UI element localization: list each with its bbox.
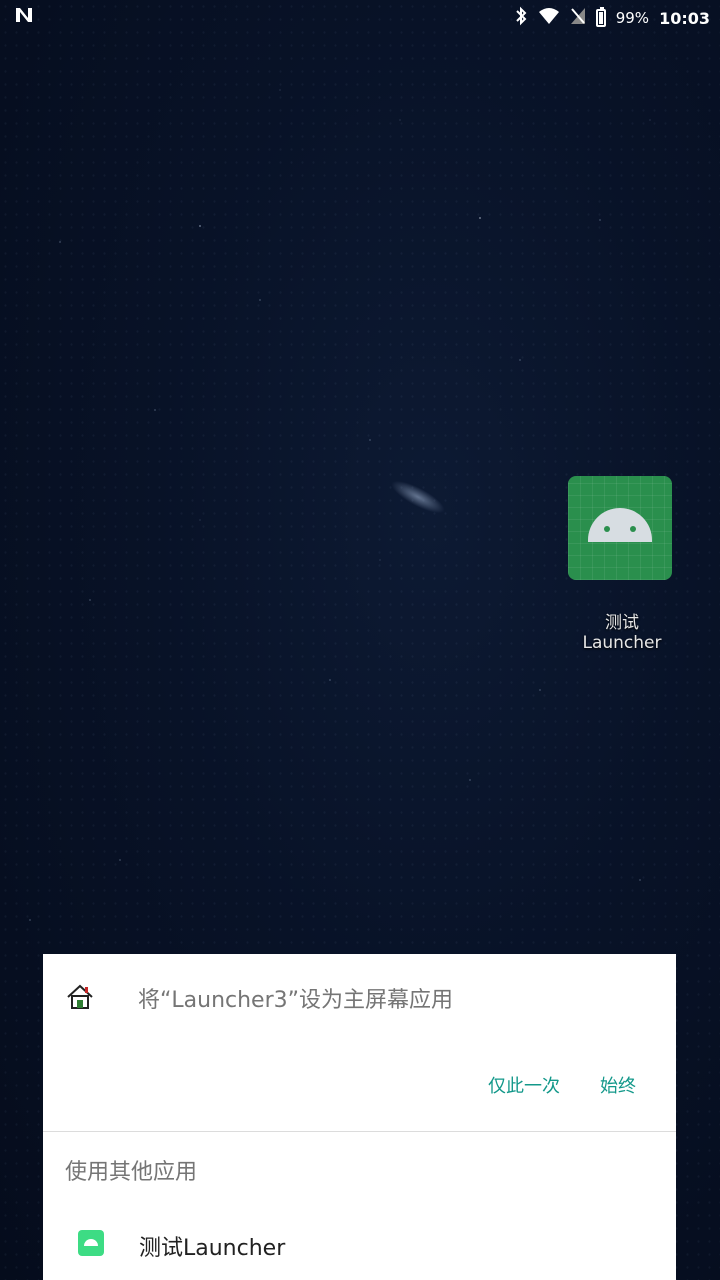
notification-n-icon [14,6,34,28]
list-item[interactable]: 测试Launcher [43,1216,676,1280]
wifi-icon [538,7,560,29]
status-bar: 99% 10:03 [0,0,720,32]
bluetooth-icon [514,6,528,30]
dialog-header: 将“Launcher3”设为主屏幕应用 仅此一次 始终 [43,954,676,1132]
dialog-title: 将“Launcher3”设为主屏幕应用 [138,988,454,1013]
android-app-icon [568,476,672,580]
no-signal-icon [570,7,586,29]
clock: 10:03 [659,8,710,28]
other-apps-label: 使用其他应用 [65,1160,198,1185]
battery-icon [595,7,606,27]
home-app-chooser-dialog: 将“Launcher3”设为主屏幕应用 仅此一次 始终 使用其他应用 测试Lau… [43,954,676,1280]
app-label: 测试Launcher [139,1236,286,1261]
desktop-app-launcher[interactable]: 测试Launcher [568,476,676,653]
dialog-actions: 仅此一次 始终 [488,1072,636,1098]
android-app-icon [78,1230,104,1256]
always-button[interactable]: 始终 [600,1072,636,1098]
battery-percent: 99% [615,9,650,27]
just-once-button[interactable]: 仅此一次 [488,1072,560,1098]
desktop-app-label: 测试Launcher [582,613,662,653]
home-icon [65,982,95,1012]
divider [43,1131,676,1132]
